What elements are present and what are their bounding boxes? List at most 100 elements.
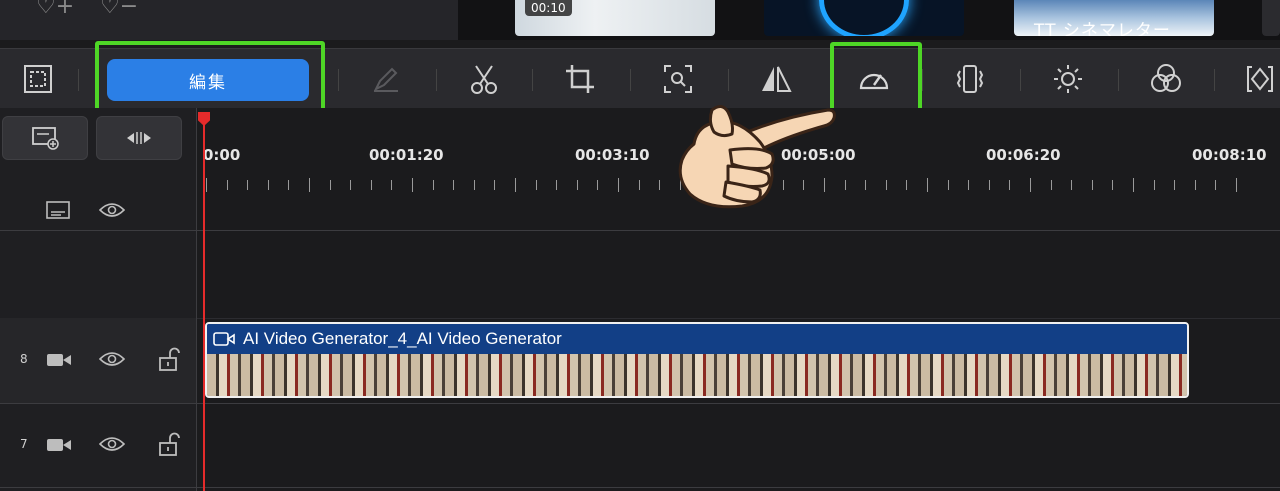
pointing-hand-icon (678, 105, 836, 209)
scissors-icon (471, 65, 497, 94)
ruler-tick (350, 180, 352, 190)
heart-remove-icon[interactable]: ♡− (100, 0, 138, 19)
eye-icon[interactable] (98, 201, 126, 223)
ruler-tick (288, 180, 290, 190)
video-track-icon (46, 437, 72, 457)
frame-tool-button[interactable] (16, 59, 60, 99)
thumbnail-graphic (819, 0, 909, 36)
ruler-tick (844, 180, 846, 190)
color-button[interactable] (1144, 59, 1188, 99)
fit-icon (127, 132, 151, 144)
mirror-button[interactable] (754, 59, 798, 99)
row-divider (0, 487, 1280, 488)
tick-label: 00:08:10 (1192, 146, 1267, 164)
playhead[interactable] (203, 120, 205, 491)
unlock-icon[interactable] (158, 347, 180, 375)
video-track-icon (46, 352, 72, 372)
ruler-tick (494, 180, 496, 190)
zoom-button[interactable] (656, 59, 700, 99)
brightness-button[interactable] (1046, 59, 1090, 99)
ruler-tick (947, 180, 949, 190)
thumbnail-duration: 00:10 (525, 0, 572, 16)
media-thumbnail[interactable]: 00:10 (515, 0, 715, 36)
ruler-tick (329, 180, 331, 190)
ruler-tick (1112, 180, 1114, 190)
brightness-icon (1054, 65, 1082, 93)
ruler-tick (1236, 178, 1237, 192)
ruler-tick (515, 178, 516, 192)
media-thumbnail[interactable] (764, 0, 964, 36)
ruler-tick (906, 180, 908, 190)
tick-label: 00:03:10 (575, 146, 650, 164)
add-track-icon (32, 127, 59, 150)
crop-button[interactable] (558, 59, 602, 99)
row-divider (0, 230, 1280, 231)
ruler-tick (1133, 178, 1134, 192)
media-thumbnail[interactable]: TT シネマレター (1014, 0, 1214, 36)
clip-filmstrip (207, 354, 1187, 396)
video-clip[interactable]: AI Video Generator_4_AI Video Generator (205, 322, 1189, 398)
eye-icon[interactable] (98, 435, 126, 457)
frame-icon (24, 65, 52, 93)
ruler-tick (1030, 178, 1031, 192)
cut-button[interactable] (462, 59, 506, 99)
ruler-tick (1153, 180, 1155, 190)
ruler-tick (1215, 180, 1217, 190)
add-track-button[interactable] (2, 116, 88, 160)
edit-highlight-box (95, 41, 325, 115)
ruler-tick (988, 180, 990, 190)
ruler-tick (576, 180, 578, 190)
ruler-tick (556, 180, 558, 190)
color-icon (1151, 64, 1181, 92)
ruler-tick (1009, 180, 1011, 190)
ruler-tick (597, 180, 599, 190)
tick-label: 00:01:20 (369, 146, 444, 164)
keyframe-button[interactable] (1238, 59, 1280, 99)
ruler-tick (473, 180, 475, 190)
ruler-tick (1194, 180, 1196, 190)
ruler-tick (1071, 180, 1073, 190)
heart-add-icon[interactable]: ♡+ (36, 0, 74, 19)
mirror-icon (762, 66, 792, 92)
tick-label: 00:06:20 (986, 146, 1061, 164)
panel-divider (196, 108, 197, 491)
ruler-tick (968, 180, 970, 190)
ruler-tick (535, 180, 537, 190)
pen-tool-button[interactable] (364, 59, 408, 99)
ruler-tick (370, 180, 372, 190)
ruler-tick (267, 180, 269, 190)
ruler-tick (247, 180, 249, 190)
track-number: 7 (20, 437, 28, 451)
crop-icon (566, 65, 594, 93)
pen-icon (373, 67, 398, 92)
speed-highlight-box (830, 42, 922, 114)
stabilize-button[interactable] (948, 59, 992, 99)
ruler-tick (391, 180, 393, 190)
ruler-tick (865, 180, 867, 190)
thumbnail-label: TT シネマレター (1034, 21, 1171, 36)
ruler-tick (927, 178, 928, 192)
ruler-tick (309, 178, 310, 192)
media-strip: ♡+ ♡− 00:10 TT シネマレター (0, 0, 1280, 40)
ruler-tick (885, 180, 887, 190)
clip-title: AI Video Generator_4_AI Video Generator (243, 329, 562, 348)
ruler-tick (206, 178, 207, 192)
ruler-tick (1091, 180, 1093, 190)
ruler-tick (1174, 180, 1176, 190)
ruler-tick (638, 180, 640, 190)
stabilize-icon (956, 65, 984, 93)
tick-label: 0:00 (203, 146, 241, 164)
unlock-icon[interactable] (158, 432, 180, 460)
ruler-tick (659, 180, 661, 190)
keyframe-icon (1247, 66, 1273, 92)
video-camera-icon (213, 332, 235, 346)
media-controls: ♡+ ♡− (0, 0, 458, 40)
media-thumbnail[interactable] (1262, 0, 1280, 36)
track-number: 8 (20, 352, 28, 366)
fit-timeline-button[interactable] (96, 116, 182, 160)
eye-icon[interactable] (98, 350, 126, 372)
ruler-tick (412, 178, 413, 192)
zoom-icon (664, 65, 692, 93)
ruler-tick (453, 180, 455, 190)
ruler-tick (1050, 180, 1052, 190)
